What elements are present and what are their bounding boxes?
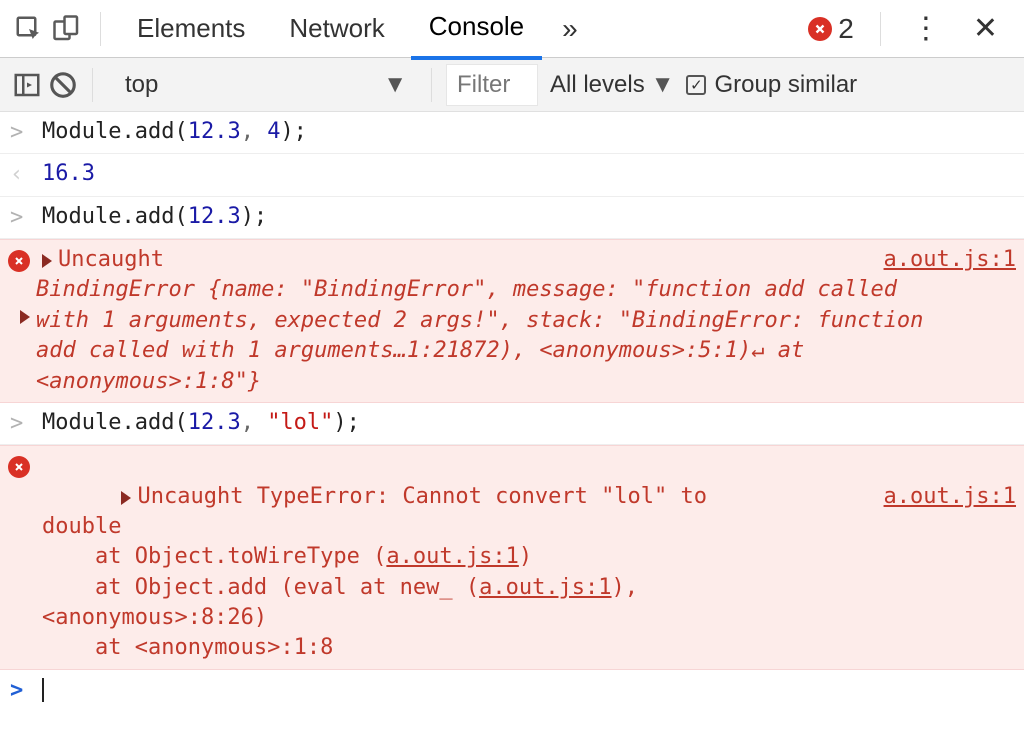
error-badge-icon [8,456,30,478]
source-link[interactable]: a.out.js:1 [386,544,518,569]
toolbar-divider [100,12,101,46]
tabs-overflow-icon[interactable]: » [550,13,590,45]
toolbar-divider [880,12,881,46]
error-count-badge[interactable]: 2 [808,13,862,45]
chevron-down-icon: ▼ [383,71,407,99]
console-input-row: > Module.add(12.3); [0,197,1024,239]
filter-input[interactable]: Filter [446,64,538,106]
stack-frame: at Object.toWireType ( [42,544,386,569]
stack-frame: at Object.add (eval at new_ ( [42,575,479,600]
output-prompt-icon: ‹ [10,159,42,190]
source-link[interactable]: a.out.js:1 [884,482,1016,512]
error-count-value: 2 [838,13,854,45]
console-prompt[interactable]: > [0,670,1024,712]
stack-frame: <anonymous>:8:26) [42,605,267,630]
context-selector[interactable]: top ▼ [107,67,417,103]
toggle-sidebar-icon[interactable] [12,70,42,100]
error-badge-icon [8,250,30,272]
log-level-selector[interactable]: All levels ▼ [544,71,680,99]
device-toggle-icon[interactable] [52,14,82,44]
console-error-row: a.out.js:1 Uncaught BindingError {name: … [0,239,1024,403]
tab-elements[interactable]: Elements [119,0,263,58]
input-prompt-icon: > [10,117,42,148]
error-message: Uncaught TypeError: Cannot convert "lol"… [137,484,720,509]
expand-icon[interactable] [20,310,30,324]
source-link[interactable]: a.out.js:1 [479,575,611,600]
toolbar-divider [431,68,432,102]
console-input-code: Module.add(12.3, 4); [42,117,1016,147]
close-icon[interactable]: ✕ [961,11,1010,46]
prompt-icon: > [10,678,42,704]
group-similar-toggle[interactable]: ✓ Group similar [686,71,857,99]
error-icon [808,17,832,41]
input-prompt-icon: > [10,202,42,233]
console-output-value: 16.3 [42,161,95,186]
console-output: > Module.add(12.3, 4); ‹ 16.3 > Module.a… [0,112,1024,712]
group-similar-label: Group similar [714,71,857,99]
devtools-toolbar: Elements Network Console » 2 ⋮ ✕ [0,0,1024,58]
tab-network[interactable]: Network [271,0,402,58]
toolbar-divider [92,68,93,102]
source-link[interactable]: a.out.js:1 [884,245,1016,275]
error-message: double [42,514,121,539]
stack-frame: at <anonymous>:1:8 [42,635,333,660]
clear-console-icon[interactable] [48,70,78,100]
chevron-down-icon: ▼ [651,71,675,99]
console-input-code: Module.add(12.3); [42,202,1016,232]
error-heading: Uncaught [58,247,164,272]
console-toolbar: top ▼ Filter All levels ▼ ✓ Group simila… [0,58,1024,112]
expand-icon[interactable] [121,491,131,505]
text-caret [42,678,44,702]
console-input-row: > Module.add(12.3, 4); [0,112,1024,154]
checkbox-checked-icon: ✓ [686,75,706,95]
console-input-row: > Module.add(12.3, "lol"); [0,403,1024,445]
console-input-code: Module.add(12.3, "lol"); [42,408,1016,438]
context-value: top [125,71,158,99]
inspect-icon[interactable] [14,14,44,44]
input-prompt-icon: > [10,408,42,439]
console-error-row: a.out.js:1 Uncaught TypeError: Cannot con… [0,445,1024,670]
console-output-row: ‹ 16.3 [0,154,1024,196]
tab-console[interactable]: Console [411,0,542,60]
expand-icon[interactable] [42,254,52,268]
error-object: BindingError {name: "BindingError", mess… [36,275,936,396]
kebab-menu-icon[interactable]: ⋮ [899,11,953,46]
log-level-value: All levels [550,71,645,99]
